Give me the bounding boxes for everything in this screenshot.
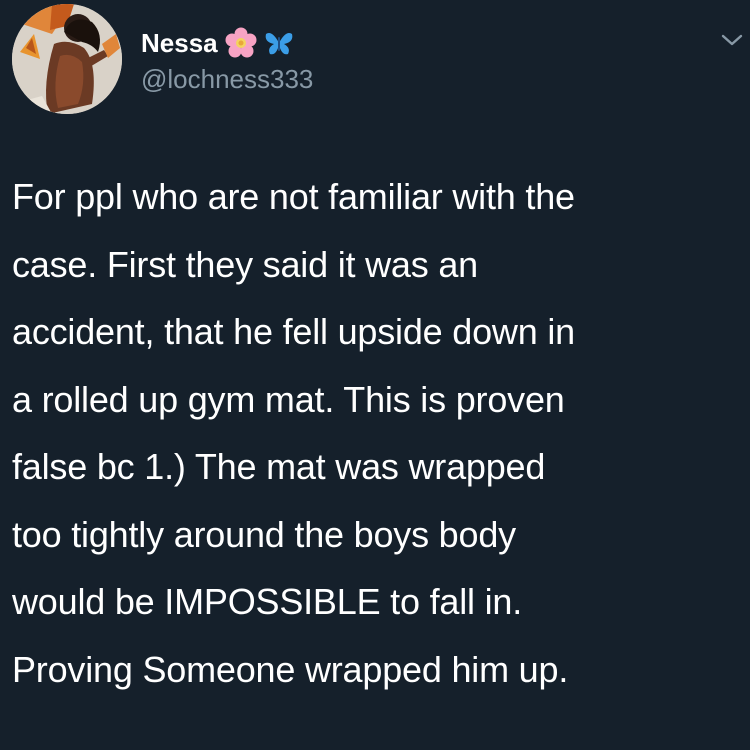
tweet-text-line: false bc 1.) The mat was wrapped xyxy=(12,446,546,487)
tweet-text-line: For ppl who are not familiar with the xyxy=(12,176,575,217)
tweet-text-line: too tightly around the boys body xyxy=(12,513,516,555)
tweet-text: For ppl who are not familiar with the ca… xyxy=(12,163,738,703)
user-handle[interactable]: @lochness333 xyxy=(141,62,313,96)
user-header: Nessa @lochness333 xyxy=(141,26,313,96)
tweet-text-line: a rolled up gym mat. This is proven xyxy=(12,378,565,420)
tweet-text-line: case. First they said it was an xyxy=(12,243,478,285)
butterfly-emoji-icon xyxy=(264,28,294,58)
name-row: Nessa xyxy=(141,26,313,60)
display-name[interactable]: Nessa xyxy=(141,26,218,60)
tweet-text-line: would be IMPOSSIBLE to fall in. xyxy=(12,581,523,622)
flower-emoji-icon xyxy=(224,26,258,60)
tweet-card: Nessa @lochness333 For ppl who are not f… xyxy=(0,0,750,750)
avatar-image xyxy=(12,4,122,114)
tweet-text-line: accident, that he fell upside down in xyxy=(12,311,575,352)
tweet-text-line: Proving Someone wrapped him up. xyxy=(12,648,569,690)
chevron-down-icon[interactable] xyxy=(720,30,744,50)
avatar[interactable] xyxy=(12,4,122,114)
